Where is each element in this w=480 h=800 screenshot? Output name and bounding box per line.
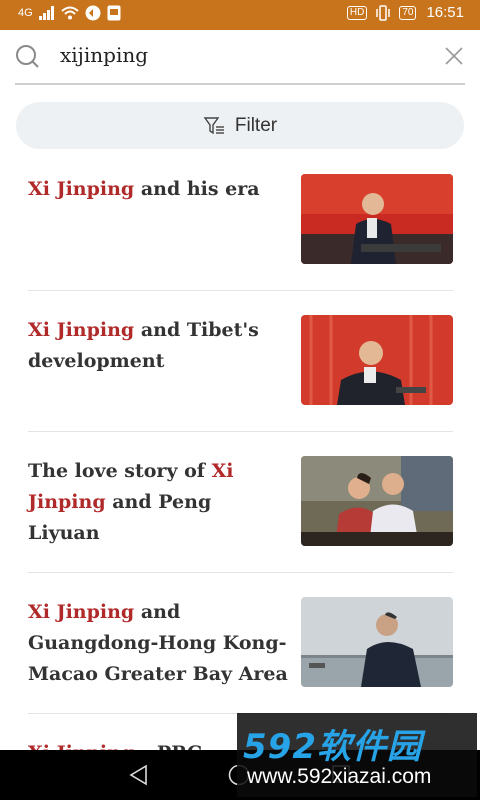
hd-badge: HD [346, 6, 368, 20]
vibrate-icon [376, 5, 391, 21]
item-title: The love story of Xi Jinping and Peng Li… [28, 456, 288, 549]
item-title: Xi Jinping and Tibet's development [28, 315, 288, 377]
title-highlight: Xi Jinping [28, 601, 135, 623]
filter-icon [203, 116, 224, 134]
item-title: Xi Jinping and his era [28, 174, 288, 205]
speech-photo [301, 315, 453, 405]
search-underline [15, 83, 465, 85]
list-item[interactable]: Xi Jinping and his era [28, 150, 453, 291]
status-bar: 4G HD 70 16:51 [0, 0, 480, 30]
network-type: 4G [18, 7, 33, 19]
wifi-icon [61, 6, 79, 20]
close-icon[interactable] [444, 46, 464, 66]
notification-icon [85, 5, 101, 21]
search-icon[interactable] [15, 44, 39, 68]
title-text: The love story of [28, 460, 212, 482]
item-title: Xi Jinping and Guangdong-Hong Kong-Macao… [28, 597, 288, 690]
watermark-url: www.592xiazai.com [247, 765, 432, 788]
filter-button[interactable]: Filter [16, 102, 464, 149]
results-list: Xi Jinping and his era Xi Jinping and Ti… [28, 150, 453, 774]
app-notification-icon [107, 5, 121, 21]
title-text: and his era [134, 178, 260, 200]
battery-icon: 70 [399, 6, 417, 20]
couple-photo [301, 456, 453, 546]
clock: 16:51 [426, 4, 464, 21]
list-item[interactable]: The love story of Xi Jinping and Peng Li… [28, 432, 453, 573]
back-icon[interactable] [128, 764, 150, 786]
list-item[interactable]: Xi Jinping and Tibet's development [28, 291, 453, 432]
list-item[interactable]: Xi Jinping and Guangdong-Hong Kong-Macao… [28, 573, 453, 714]
signal-icon [38, 6, 54, 20]
filter-label: Filter [234, 114, 278, 136]
podium-photo [301, 174, 453, 264]
title-highlight: Xi Jinping [28, 178, 135, 200]
status-right: HD 70 16:51 [346, 4, 464, 21]
status-left: 4G [18, 5, 121, 21]
river-photo [301, 597, 453, 687]
search-bar [0, 30, 480, 86]
watermark: 592软件园 www.592xiazai.com [237, 713, 477, 797]
title-highlight: Xi Jinping [28, 319, 135, 341]
search-input[interactable] [58, 42, 422, 68]
watermark-logo: 592软件园 [243, 727, 422, 767]
